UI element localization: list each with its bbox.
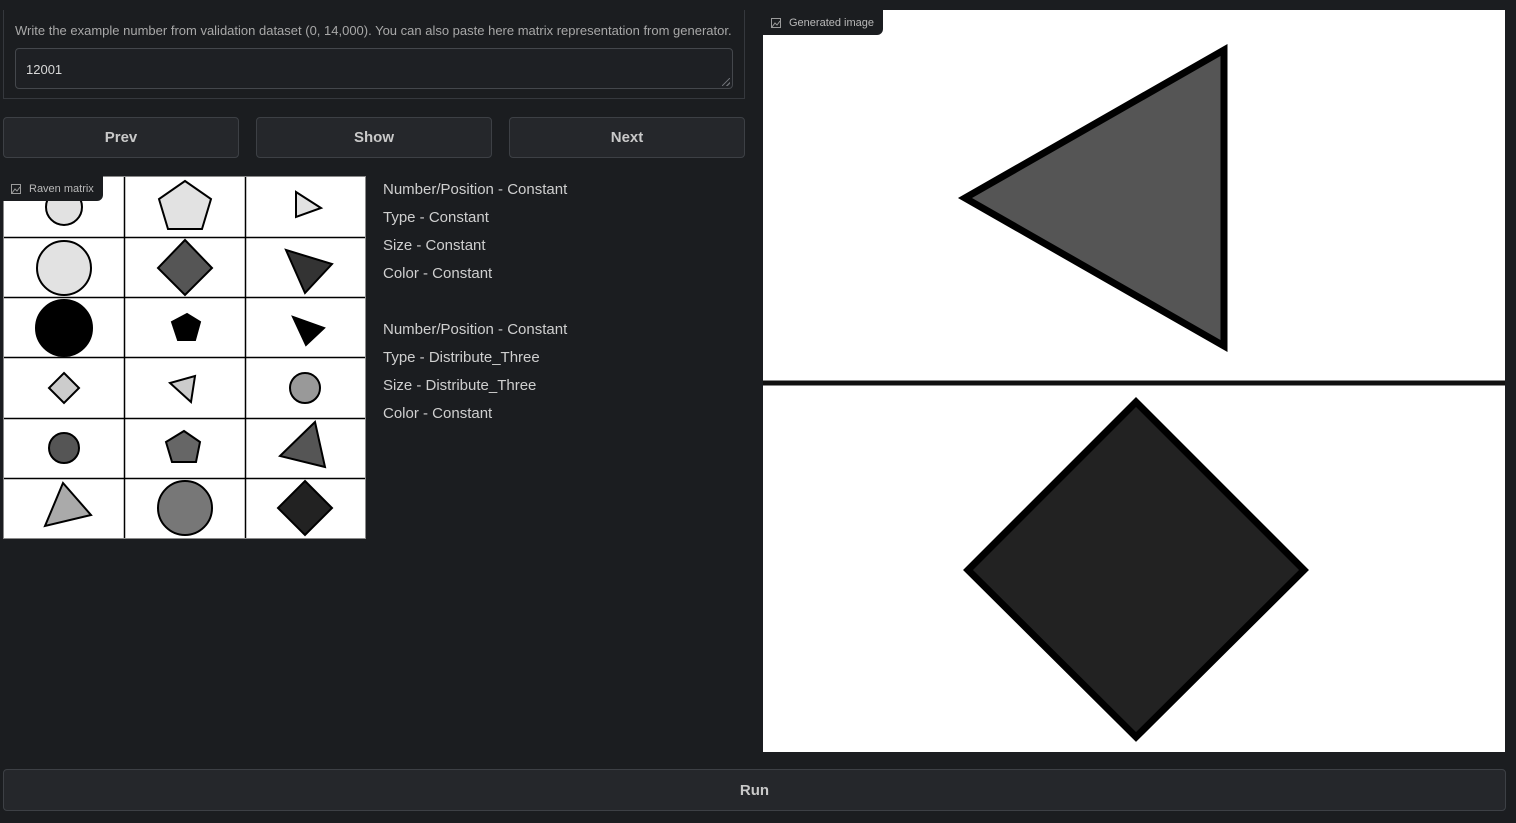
- image-icon: [11, 183, 21, 194]
- panel-diamond-shape: [276, 479, 334, 537]
- resize-handle-icon[interactable]: [722, 78, 730, 86]
- rule-line: Color - Constant: [383, 405, 493, 422]
- raven-matrix-drawing: [4, 177, 365, 538]
- example-number-input[interactable]: 12001: [15, 48, 733, 89]
- rule-line: Size - Constant: [383, 237, 486, 254]
- example-number-panel: Write the example number from validation…: [3, 10, 745, 99]
- panel-diamond-shape: [47, 371, 81, 405]
- rule-line: Color - Constant: [383, 265, 493, 282]
- panel-triangle-shape: [284, 248, 334, 295]
- panel-triangle-shape: [295, 190, 324, 219]
- example-number-label: Write the example number from validation…: [15, 23, 732, 38]
- generated-image-badge-label: Generated image: [789, 16, 874, 29]
- generated-diamond-shape: [963, 397, 1309, 742]
- rule-line: Type - Distribute_Three: [383, 349, 540, 366]
- panel-circle-shape: [35, 299, 93, 357]
- panel-circle-shape: [157, 480, 213, 536]
- rule-line: Number/Position - Constant: [383, 321, 568, 338]
- show-button[interactable]: Show: [256, 117, 492, 158]
- panel-circle-shape: [289, 372, 321, 404]
- next-button[interactable]: Next: [509, 117, 745, 158]
- panel-pentagon-shape: [157, 179, 213, 230]
- generated-image-badge: Generated image: [763, 10, 883, 35]
- raven-matrix-badge: Raven matrix: [3, 176, 103, 201]
- raven-matrix-badge-label: Raven matrix: [29, 182, 94, 195]
- generated-image-drawing: [763, 43, 1505, 742]
- run-button[interactable]: Run: [3, 769, 1506, 811]
- prev-button[interactable]: Prev: [3, 117, 239, 158]
- panel-circle-shape: [36, 240, 92, 296]
- rule-line: Number/Position - Constant: [383, 181, 568, 198]
- panel-triangle-shape: [278, 420, 327, 469]
- rule-line: Type - Constant: [383, 209, 489, 226]
- image-icon: [771, 17, 781, 28]
- rules-list: Number/Position - Constant Type - Consta…: [383, 180, 567, 432]
- panel-triangle-shape: [167, 374, 197, 404]
- panel-pentagon-shape: [170, 312, 202, 341]
- panel-diamond-shape: [156, 238, 214, 297]
- panel-circle-shape: [48, 432, 80, 464]
- generated-image: [763, 10, 1505, 752]
- generated-triangle-shape: [957, 43, 1228, 353]
- rule-gap: [383, 292, 567, 320]
- rule-line: Size - Distribute_Three: [383, 377, 537, 394]
- raven-matrix-image: [3, 176, 366, 539]
- panel-triangle-shape: [291, 315, 326, 347]
- panel-triangle-shape: [43, 481, 93, 528]
- example-number-value: 12001: [26, 62, 63, 77]
- panel-pentagon-shape: [164, 429, 202, 463]
